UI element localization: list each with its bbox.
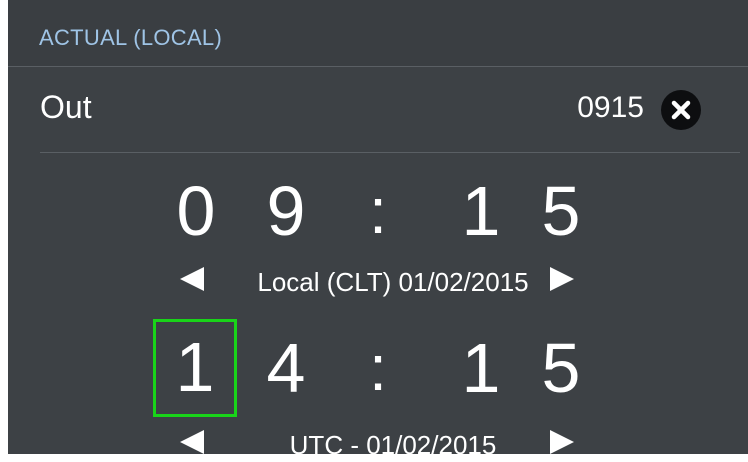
out-label: Out [40,89,92,125]
local-time-picker: 0 9 : 1 5 [8,166,748,266]
utc-minute-tens-digit[interactable]: 1 [441,323,521,413]
left-triangle-icon [180,430,204,454]
utc-prev-button[interactable] [178,428,206,456]
section-title: ACTUAL (LOCAL) [39,25,223,50]
out-value: 0915 [577,91,644,124]
local-hour-tens-digit[interactable]: 0 [156,166,236,256]
close-circle-icon [671,100,691,120]
local-next-button[interactable] [548,265,576,293]
local-time-separator: : [369,175,387,247]
local-minute-ones-digit[interactable]: 5 [521,166,601,256]
utc-hour-tens-digit[interactable]: 1 [153,319,237,417]
utc-next-button[interactable] [548,428,576,456]
local-prev-button[interactable] [178,265,206,293]
local-date-nav: Local (CLT) 01/02/2015 [8,259,748,299]
utc-date-nav: UTC - 01/02/2015 [8,422,748,462]
right-triangle-icon [550,430,574,454]
left-triangle-icon [180,267,204,291]
actual-local-panel: ACTUAL (LOCAL) Out 0915 0 9 : 1 5 Local … [8,0,748,460]
utc-time-separator: : [369,332,387,404]
utc-date-label: UTC - 01/02/2015 [289,430,497,460]
local-minute-tens-digit[interactable]: 1 [441,166,521,256]
out-row[interactable]: Out 0915 [8,67,748,153]
utc-hour-ones-digit[interactable]: 4 [246,323,326,413]
utc-time-picker: 1 4 : 1 5 [8,319,748,423]
clear-button[interactable] [661,90,701,130]
divider [40,152,740,153]
section-header: ACTUAL (LOCAL) [8,0,748,67]
local-hour-ones-digit[interactable]: 9 [246,166,326,256]
right-triangle-icon [550,267,574,291]
utc-minute-ones-digit[interactable]: 5 [521,323,601,413]
local-date-label: Local (CLT) 01/02/2015 [257,267,529,297]
